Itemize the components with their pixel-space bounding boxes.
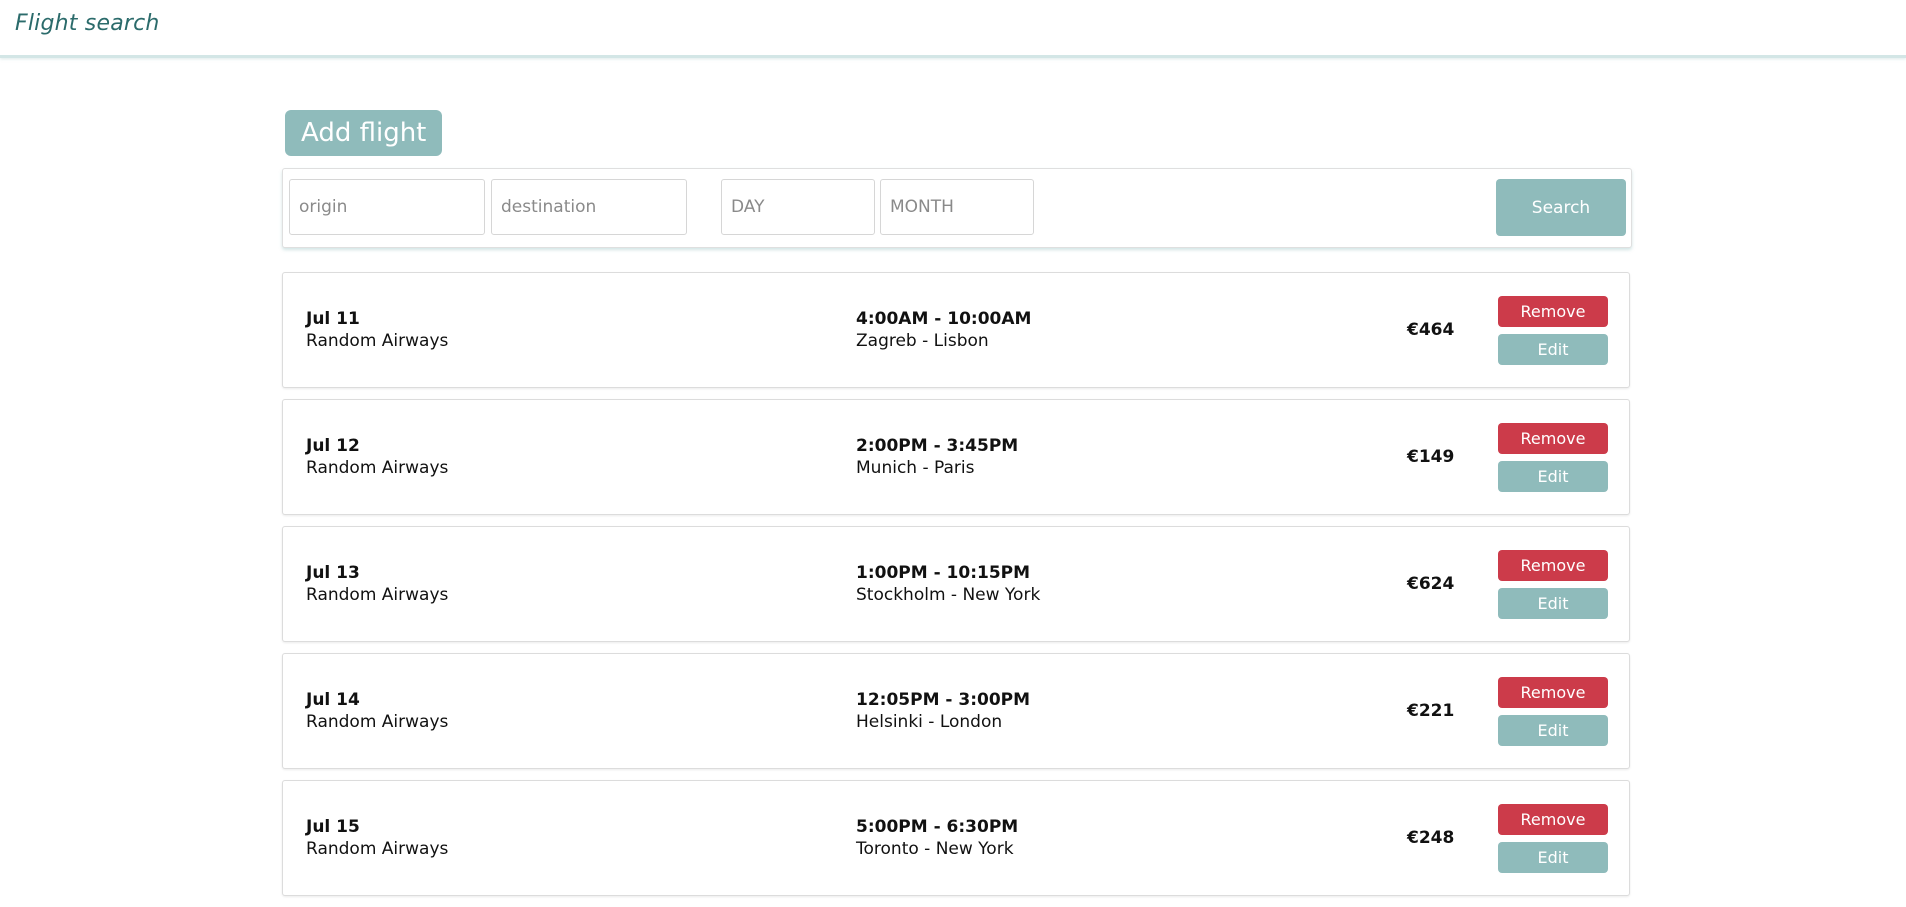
flight-time: 5:00PM - 6:30PM: [856, 817, 1019, 837]
remove-button[interactable]: Remove: [1498, 550, 1608, 581]
search-panel: Search: [282, 168, 1632, 248]
flight-price: €149: [1407, 447, 1455, 467]
search-button[interactable]: Search: [1496, 179, 1626, 236]
day-input[interactable]: [721, 179, 875, 235]
flight-card: Jul 15 Random Airways 5:00PM - 6:30PM To…: [282, 780, 1630, 896]
flight-time: 4:00AM - 10:00AM: [856, 309, 1032, 329]
edit-button[interactable]: Edit: [1498, 715, 1608, 746]
flight-airline: Random Airways: [306, 585, 449, 605]
flight-airline: Random Airways: [306, 712, 449, 732]
remove-button[interactable]: Remove: [1498, 296, 1608, 327]
flight-route: Munich - Paris: [856, 458, 975, 478]
flight-time: 2:00PM - 3:45PM: [856, 436, 1019, 456]
app-title[interactable]: Flight search: [15, 11, 160, 36]
flight-airline: Random Airways: [306, 458, 449, 478]
flight-date: Jul 12: [306, 436, 360, 456]
origin-input[interactable]: [289, 179, 485, 235]
top-navbar: Flight search: [0, 0, 1906, 58]
edit-button[interactable]: Edit: [1498, 461, 1608, 492]
flight-price: €221: [1407, 701, 1455, 721]
flight-route: Toronto - New York: [856, 839, 1014, 859]
edit-button[interactable]: Edit: [1498, 842, 1608, 873]
flight-card: Jul 12 Random Airways 2:00PM - 3:45PM Mu…: [282, 399, 1630, 515]
flight-price: €248: [1407, 828, 1455, 848]
remove-button[interactable]: Remove: [1498, 677, 1608, 708]
flight-date: Jul 14: [306, 690, 360, 710]
flight-date: Jul 11: [306, 309, 360, 329]
flight-time: 1:00PM - 10:15PM: [856, 563, 1031, 583]
flight-card: Jul 13 Random Airways 1:00PM - 10:15PM S…: [282, 526, 1630, 642]
flight-route: Stockholm - New York: [856, 585, 1041, 605]
flight-date: Jul 15: [306, 817, 360, 837]
flight-card: Jul 14 Random Airways 12:05PM - 3:00PM H…: [282, 653, 1630, 769]
remove-button[interactable]: Remove: [1498, 423, 1608, 454]
flight-route: Helsinki - London: [856, 712, 1003, 732]
edit-button[interactable]: Edit: [1498, 588, 1608, 619]
flight-card: Jul 11 Random Airways 4:00AM - 10:00AM Z…: [282, 272, 1630, 388]
flight-time: 12:05PM - 3:00PM: [856, 690, 1031, 710]
edit-button[interactable]: Edit: [1498, 334, 1608, 365]
flight-route: Zagreb - Lisbon: [856, 331, 989, 351]
flight-price: €624: [1407, 574, 1455, 594]
flight-date: Jul 13: [306, 563, 360, 583]
flight-airline: Random Airways: [306, 331, 449, 351]
flight-price: €464: [1407, 320, 1455, 340]
destination-input[interactable]: [491, 179, 687, 235]
flight-airline: Random Airways: [306, 839, 449, 859]
remove-button[interactable]: Remove: [1498, 804, 1608, 835]
month-input[interactable]: [880, 179, 1034, 235]
add-flight-button[interactable]: Add flight: [285, 110, 443, 156]
